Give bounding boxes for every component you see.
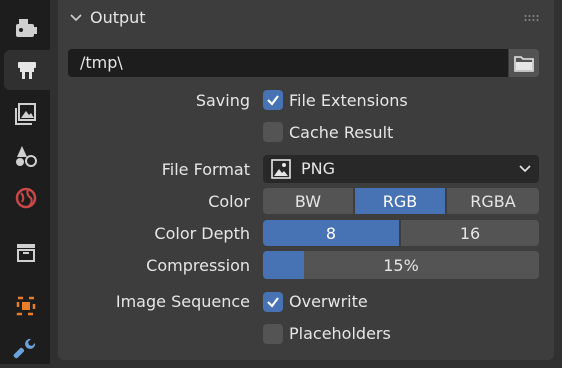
compression-label: Compression <box>146 256 250 275</box>
output-path-field[interactable]: /tmp\ <box>68 49 508 77</box>
compression-slider[interactable]: 15% <box>263 251 539 279</box>
placeholders-checkbox[interactable] <box>263 324 283 344</box>
color-label: Color <box>208 192 250 211</box>
properties-tab-sidebar <box>0 0 50 364</box>
file-format-value: PNG <box>301 159 336 178</box>
tab-object[interactable] <box>4 286 48 326</box>
image-sequence-label: Image Sequence <box>115 292 250 311</box>
saving-label: Saving <box>195 91 250 110</box>
color-option-rgba[interactable]: RGBA <box>447 188 539 214</box>
tab-render[interactable] <box>4 8 48 48</box>
browse-folder-button[interactable] <box>509 49 539 77</box>
tab-collection[interactable] <box>4 232 48 272</box>
tab-modifiers[interactable] <box>4 328 48 368</box>
chevron-down-icon <box>519 165 531 173</box>
panel-header[interactable]: Output <box>58 0 554 36</box>
placeholders-label: Placeholders <box>289 324 391 343</box>
file-format-label: File Format <box>161 160 250 179</box>
color-depth-option-16[interactable]: 16 <box>401 220 539 246</box>
overwrite-checkbox[interactable] <box>263 292 283 312</box>
file-extensions-checkbox[interactable] <box>263 90 283 110</box>
scene-icon <box>16 146 37 167</box>
chevron-down-icon <box>70 14 82 22</box>
view-layer-icon <box>15 103 36 125</box>
checkmark-icon <box>267 95 279 106</box>
output-path-value: /tmp\ <box>80 53 123 72</box>
folder-icon <box>514 56 534 72</box>
output-panel: Output /tmp\ Saving File Extensions Cach… <box>58 0 554 360</box>
file-extensions-label: File Extensions <box>289 91 408 110</box>
panel-title: Output <box>90 8 146 27</box>
drag-handle-icon[interactable] <box>524 14 540 22</box>
image-file-icon <box>271 159 291 179</box>
cache-result-checkbox[interactable] <box>263 122 283 142</box>
color-option-rgb[interactable]: RGB <box>355 188 445 214</box>
checkmark-icon <box>267 297 279 308</box>
modifier-wrench-icon <box>13 338 36 359</box>
collection-icon <box>17 244 35 262</box>
color-depth-label: Color Depth <box>154 224 250 243</box>
tab-world[interactable] <box>4 178 48 218</box>
file-format-dropdown[interactable]: PNG <box>263 155 539 183</box>
tab-output[interactable] <box>4 50 50 90</box>
compression-value: 15% <box>383 255 419 275</box>
render-icon <box>16 19 37 37</box>
cache-result-label: Cache Result <box>289 123 394 142</box>
color-option-bw[interactable]: BW <box>263 188 353 214</box>
object-icon <box>16 296 36 316</box>
tab-scene[interactable] <box>4 136 48 176</box>
world-icon <box>15 187 37 209</box>
tab-view-layer[interactable] <box>4 94 48 134</box>
color-depth-option-8[interactable]: 8 <box>263 220 399 246</box>
output-icon <box>18 62 36 79</box>
overwrite-label: Overwrite <box>289 292 368 311</box>
